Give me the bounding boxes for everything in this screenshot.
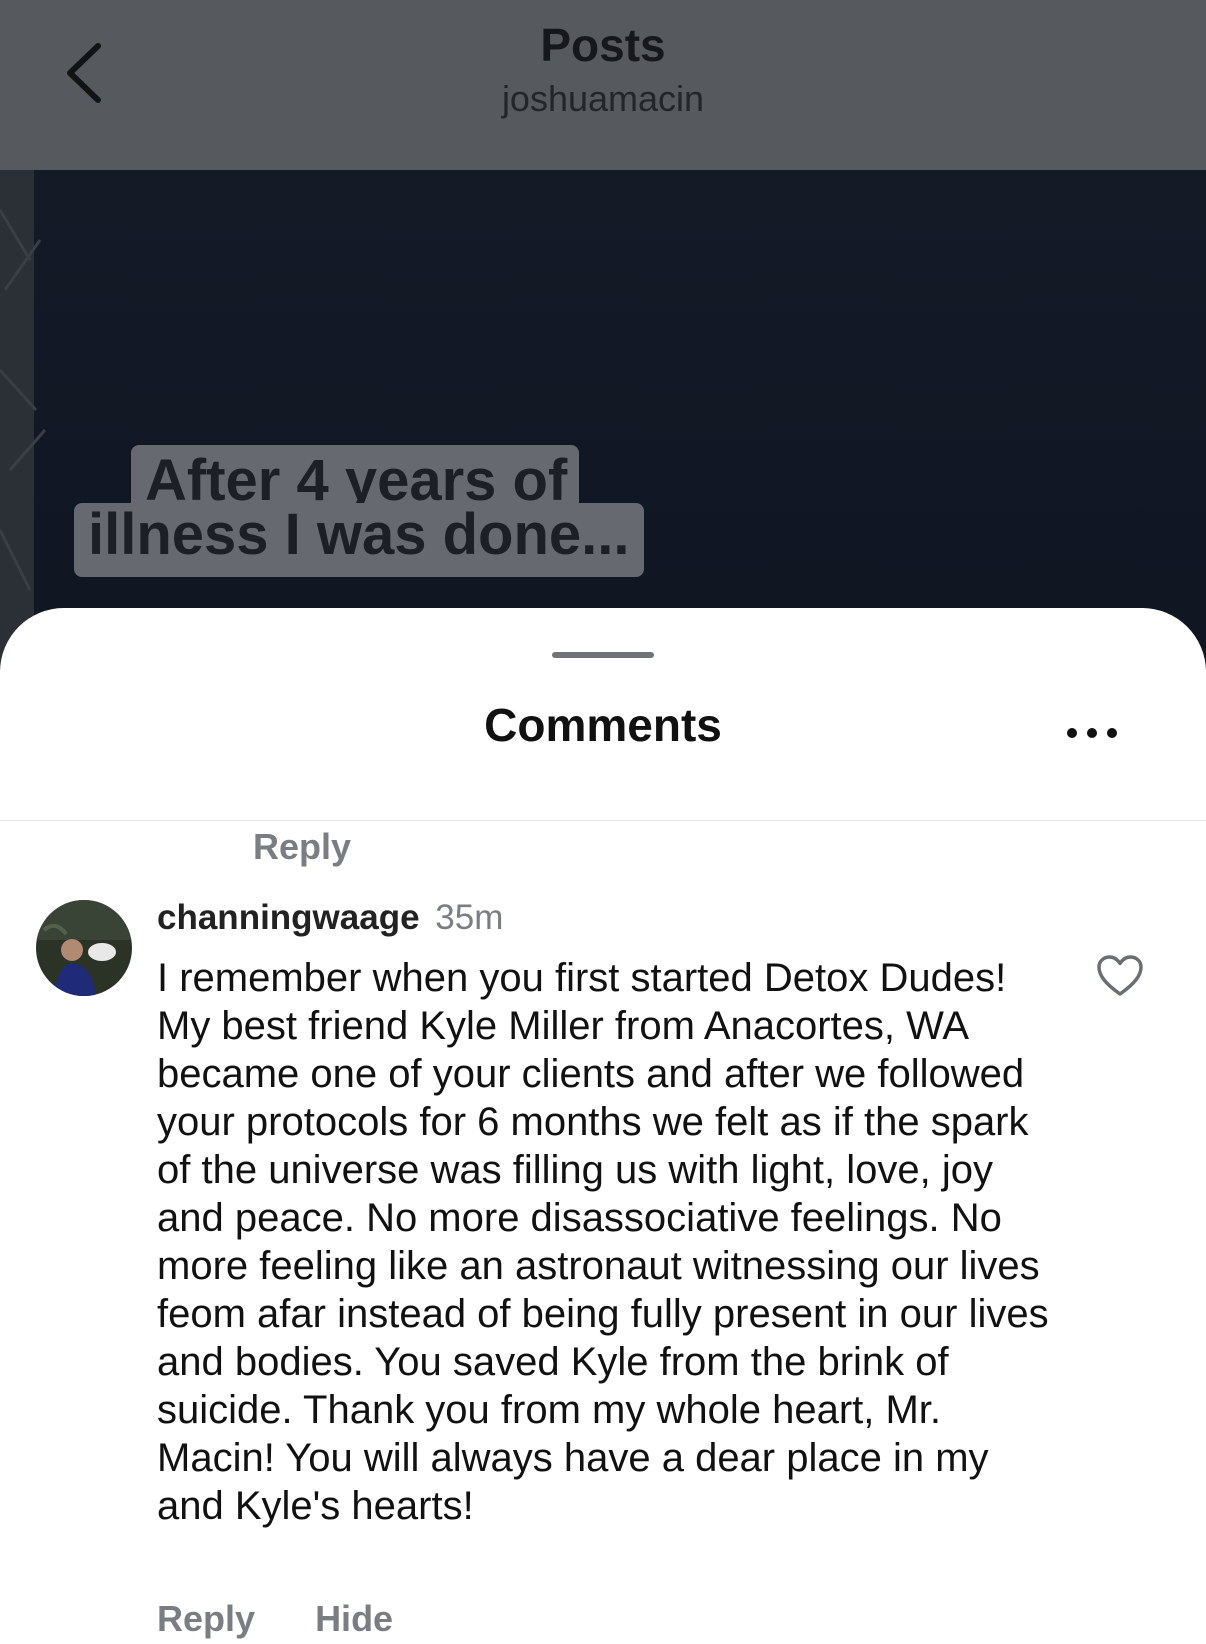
page-title: Posts: [540, 19, 666, 71]
more-horizontal-icon: [1067, 728, 1117, 738]
comment-text: I remember when you first started Detox …: [157, 956, 1049, 1528]
comment-timestamp: 35m: [435, 898, 504, 937]
sheet-divider: [0, 820, 1206, 821]
sheet-drag-handle[interactable]: [552, 652, 654, 658]
avatar[interactable]: [36, 900, 132, 996]
user-avatar-photo: [36, 900, 132, 996]
comment-header: channingwaage 35m: [157, 898, 503, 938]
hide-button[interactable]: Hide: [315, 1598, 393, 1639]
more-options-button[interactable]: [1062, 718, 1122, 748]
screen: Posts joshuamacin After 4 years of illne…: [0, 0, 1206, 1644]
reply-button[interactable]: Reply: [157, 1598, 255, 1639]
posts-header: Posts joshuamacin: [0, 0, 1206, 170]
heart-outline-icon: [1097, 955, 1143, 996]
comment-username[interactable]: channingwaage: [157, 898, 420, 937]
tree-branches-graphic: [0, 170, 47, 670]
comments-title: Comments: [484, 699, 722, 751]
post-caption-line-2: illness I was done...: [74, 503, 644, 577]
previous-comment-reply-button[interactable]: Reply: [253, 826, 351, 868]
comment-actions: Reply Hide: [157, 1598, 393, 1640]
like-comment-button[interactable]: [1096, 954, 1144, 1003]
post-video-thumbnail[interactable]: After 4 years of illness I was done...: [0, 170, 1206, 670]
comments-sheet: Comments Reply channingwaage 35m I remem…: [0, 608, 1206, 1644]
account-username[interactable]: joshuamacin: [0, 78, 1206, 120]
